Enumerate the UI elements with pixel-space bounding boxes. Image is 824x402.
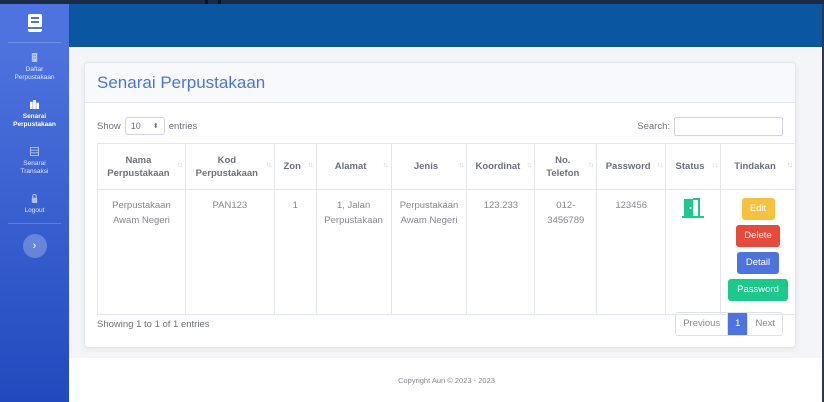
- cell-nama: Perpustakaan Awam Negeri: [97, 189, 186, 315]
- column-header-password[interactable]: Password ↑↓: [596, 143, 667, 190]
- edit-button[interactable]: Edit: [741, 198, 775, 220]
- previous-page-button[interactable]: Previous: [676, 313, 727, 335]
- cell-alamat: 1, Jalan Perpustakaan: [315, 189, 392, 315]
- page-title: Senarai Perpustakaan: [97, 72, 266, 92]
- delete-button[interactable]: Delete: [736, 225, 780, 247]
- cell-koordinat: 123.233: [466, 189, 536, 315]
- lock-icon: [31, 194, 38, 203]
- main-content: Senarai Perpustakaan Show 10 ⬍ entries S…: [69, 4, 824, 402]
- table-icon: [30, 147, 39, 156]
- search-label: Search:: [637, 120, 670, 132]
- next-page-button[interactable]: Next: [747, 313, 782, 335]
- sidebar-toggle-button[interactable]: ›: [22, 234, 47, 258]
- search-input[interactable]: [674, 116, 783, 136]
- sidebar-divider: [8, 223, 61, 224]
- column-header-telefon[interactable]: No. Telefon ↑↓: [534, 143, 598, 190]
- sort-icon: ↑↓: [712, 161, 718, 169]
- cell-status: [665, 189, 722, 315]
- sidebar-item-label: Daftar Perpustakaan: [14, 66, 55, 81]
- chevron-right-icon: ›: [32, 240, 37, 252]
- book-icon: [27, 14, 42, 32]
- library-table: Nama Perpustakaan ↑↓ Kod Perpustakaan ↑↓ Z…: [97, 143, 796, 315]
- sort-icon: ↑↓: [382, 161, 389, 169]
- sidebar-item-label: Senarai Perpustakaan: [13, 113, 56, 128]
- column-header-tindakan[interactable]: Tindakan ↑↓: [720, 143, 796, 190]
- updown-arrows-icon: ⬍: [152, 123, 159, 130]
- sidebar-brand[interactable]: [0, 4, 69, 42]
- cell-telefon: 012-3456789: [534, 189, 598, 315]
- sidebar-item-logout[interactable]: Logout: [0, 184, 69, 223]
- sidebar-item-senarai-perpustakaan[interactable]: Senarai Perpustakaan: [0, 90, 69, 137]
- card-header: Senarai Perpustakaan: [85, 63, 795, 103]
- sidebar-item-label: Senarai Transaksi: [20, 160, 49, 175]
- show-entries: Show 10 ⬍ entries: [97, 117, 197, 135]
- sidebar: Daftar Perpustakaan Senarai Perpustakaan…: [0, 4, 69, 402]
- page-length-select[interactable]: 10 ⬍: [124, 117, 165, 135]
- sort-icon: ↑↓: [265, 161, 272, 169]
- sort-icon: ↑↓: [588, 161, 594, 169]
- pagination: Previous 1 Next: [675, 312, 783, 336]
- sort-icon: ↑↓: [458, 161, 464, 169]
- sort-icon: ↑↓: [307, 161, 314, 169]
- column-header-koordinat[interactable]: Koordinat ↑↓: [466, 143, 536, 190]
- cell-tindakan: Edit Delete Detail Password: [720, 189, 796, 315]
- door-open-icon: [682, 198, 705, 218]
- page-footer: Copyright Auri © 2023 - 2023: [69, 358, 824, 402]
- sort-icon: ↑↓: [176, 161, 183, 169]
- sidebar-item-senarai-transaksi[interactable]: Senarai Transaksi: [0, 137, 69, 184]
- column-header-nama[interactable]: Nama Perpustakaan ↑↓: [97, 143, 186, 190]
- library-icon: [30, 100, 39, 109]
- page-1-button[interactable]: 1: [727, 313, 748, 335]
- sort-icon: ↑↓: [787, 161, 793, 169]
- page-length-value: 10: [130, 121, 141, 131]
- password-button[interactable]: Password: [728, 279, 788, 301]
- detail-button[interactable]: Detail: [737, 252, 779, 274]
- table-row: Perpustakaan Awam Negeri PAN123 1 1, Jal…: [97, 189, 796, 315]
- column-header-zon[interactable]: Zon ↑↓: [273, 143, 317, 190]
- cell-kod: PAN123: [184, 189, 275, 315]
- column-header-status[interactable]: Status ↑↓: [665, 143, 722, 190]
- cell-password: 123456: [596, 189, 667, 315]
- column-header-jenis[interactable]: Jenis ↑↓: [390, 143, 468, 190]
- building-icon: [31, 53, 38, 62]
- copyright-text: Copyright Auri © 2023 - 2023: [398, 375, 495, 385]
- show-label: Show: [97, 120, 121, 132]
- library-list-card: Senarai Perpustakaan Show 10 ⬍ entries S…: [84, 62, 796, 348]
- column-header-alamat[interactable]: Alamat ↑↓: [315, 143, 392, 190]
- sidebar-item-label: Logout: [24, 207, 45, 214]
- sort-icon: ↑↓: [526, 161, 532, 169]
- topbar: [69, 4, 824, 47]
- column-header-kod[interactable]: Kod Perpustakaan ↑↓: [184, 143, 275, 190]
- table-info: Showing 1 to 1 of 1 entries: [97, 318, 210, 330]
- sort-icon: ↑↓: [657, 161, 663, 169]
- cell-zon: 1: [273, 189, 317, 315]
- cell-jenis: Perpustakaan Awam Negeri: [390, 189, 468, 315]
- table-header-row: Nama Perpustakaan ↑↓ Kod Perpustakaan ↑↓ Z…: [97, 143, 796, 190]
- table-footer: Showing 1 to 1 of 1 entries Previous 1 N…: [97, 312, 783, 336]
- entries-label: entries: [168, 120, 198, 132]
- search-box: Search:: [637, 116, 783, 136]
- sidebar-item-daftar-perpustakaan[interactable]: Daftar Perpustakaan: [0, 43, 69, 90]
- table-controls: Show 10 ⬍ entries Search:: [97, 115, 783, 137]
